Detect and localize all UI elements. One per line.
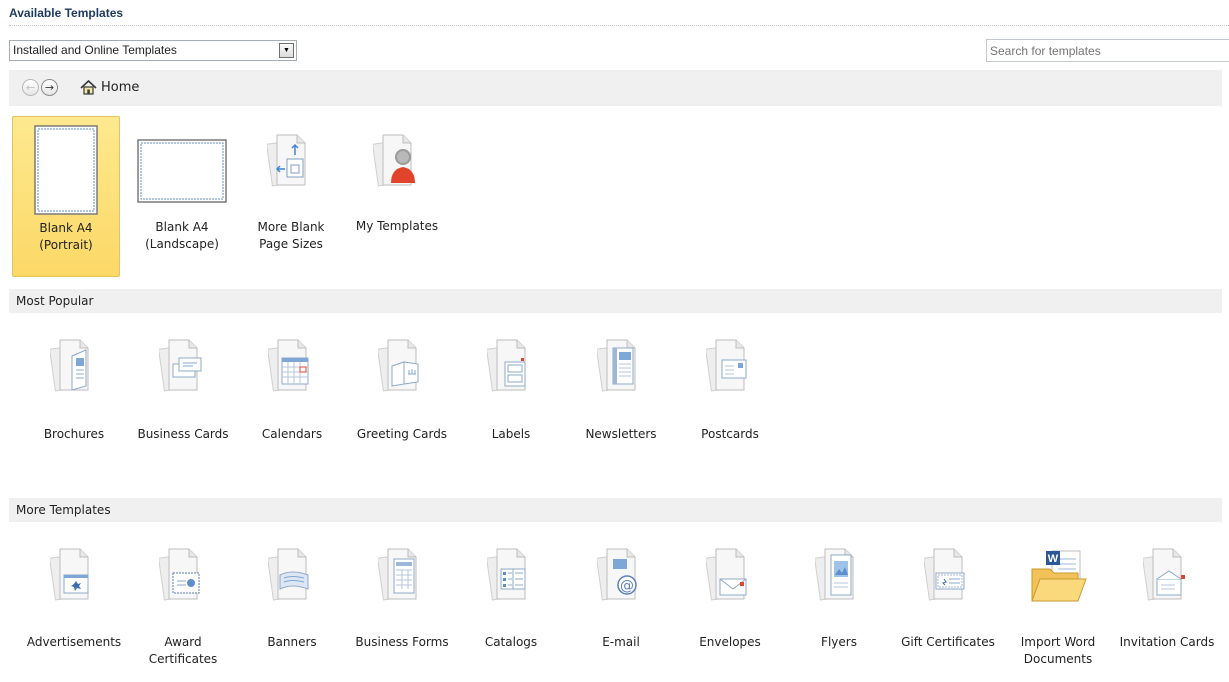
template-source-value: Installed and Online Templates (13, 43, 177, 57)
template-label: Envelopes (699, 635, 761, 649)
template-label: Blank A4 (Landscape) (145, 220, 219, 251)
template-label: Catalogs (484, 635, 538, 649)
template-label: Import Word Documents (1020, 635, 1096, 666)
business-card-icon (159, 336, 207, 396)
svg-text:@: @ (620, 578, 634, 594)
template-tile-gift-certificate[interactable]: Gift Certificates (893, 545, 1003, 675)
navigation-bar: ← → Home (9, 70, 1222, 106)
blank-portrait-icon (33, 124, 99, 216)
template-tile-envelope[interactable]: Envelopes (675, 545, 785, 675)
template-tile-greeting-card[interactable]: Greeting Cards (347, 336, 457, 456)
template-label: Newsletters (585, 427, 657, 441)
template-label: Gift Certificates (901, 635, 995, 649)
template-label: Calendars (261, 427, 323, 441)
template-label: My Templates (355, 219, 439, 233)
section-header-most-popular: Most Popular (9, 289, 1222, 313)
template-tile-my-templates[interactable]: My Templates (343, 116, 451, 277)
back-button[interactable]: ← (22, 79, 39, 96)
template-tile-email[interactable]: @ E-mail (566, 545, 676, 675)
template-label: Greeting Cards (356, 427, 448, 441)
template-tile-blank-portrait[interactable]: Blank A4 (Portrait) (12, 116, 120, 277)
template-source-dropdown[interactable]: Installed and Online Templates ▼ (9, 40, 297, 61)
template-tile-business-form[interactable]: Business Forms (347, 545, 457, 675)
word-folder-icon: W (1028, 545, 1088, 605)
dropdown-arrow-icon[interactable]: ▼ (279, 43, 294, 58)
newsletter-icon (597, 336, 645, 396)
page-sizes-icon (267, 131, 315, 191)
my-templates-icon (373, 131, 421, 191)
calendar-icon (268, 336, 316, 396)
template-label: More Blank Page Sizes (257, 220, 325, 251)
template-label: Invitation Cards (1119, 635, 1215, 649)
home-icon[interactable] (80, 79, 97, 96)
template-tile-business-card[interactable]: Business Cards (128, 336, 238, 456)
email-icon: @ (597, 545, 645, 605)
template-label: Blank A4 (Portrait) (39, 221, 93, 252)
template-tile-blank-landscape[interactable]: Blank A4 (Landscape) (128, 116, 236, 277)
section-header-more-templates: More Templates (9, 498, 1222, 522)
page-title: Available Templates (9, 6, 124, 20)
invitation-card-icon (1143, 545, 1191, 605)
postcard-icon (706, 336, 754, 396)
template-label: Business Forms (355, 635, 449, 649)
template-label: Banners (267, 635, 317, 649)
forward-button[interactable]: → (41, 79, 58, 96)
template-label: Business Cards (137, 427, 229, 441)
template-tile-invitation-card[interactable]: Invitation Cards (1112, 545, 1222, 675)
template-label: Advertisements (26, 635, 122, 649)
blank-landscape-icon (136, 138, 228, 204)
home-link[interactable]: Home (101, 80, 139, 95)
template-tile-page-sizes[interactable]: More Blank Page Sizes (237, 116, 345, 277)
svg-text:W: W (1048, 553, 1059, 565)
envelope-icon (706, 545, 754, 605)
labels-icon (487, 336, 535, 396)
template-tile-banner[interactable]: Banners (237, 545, 347, 675)
template-tile-award-certificate[interactable]: Award Certificates (128, 545, 238, 675)
template-tile-calendar[interactable]: Calendars (237, 336, 347, 456)
template-tile-word-folder[interactable]: W Import Word Documents (1003, 545, 1113, 675)
template-tile-advertisement[interactable]: Advertisements (19, 545, 129, 675)
greeting-card-icon (378, 336, 426, 396)
award-certificate-icon (159, 545, 207, 605)
template-tile-labels[interactable]: Labels (456, 336, 566, 456)
brochure-icon (50, 336, 98, 396)
template-tile-catalog[interactable]: Catalogs (456, 545, 566, 675)
banner-icon (268, 545, 316, 605)
template-label: Flyers (821, 635, 857, 649)
template-label: Award Certificates (148, 635, 218, 666)
template-label: Brochures (43, 427, 105, 441)
search-input[interactable] (986, 39, 1229, 62)
template-label: E-mail (602, 635, 640, 649)
template-label: Postcards (701, 427, 759, 441)
catalog-icon (487, 545, 535, 605)
template-tile-flyer[interactable]: Flyers (784, 545, 894, 675)
business-form-icon (378, 545, 426, 605)
flyer-icon (815, 545, 863, 605)
template-tile-newsletter[interactable]: Newsletters (566, 336, 676, 456)
template-tile-brochure[interactable]: Brochures (19, 336, 129, 456)
template-tile-postcard[interactable]: Postcards (675, 336, 785, 456)
title-divider (9, 25, 1229, 26)
template-label: Labels (491, 427, 531, 441)
advertisement-icon (50, 545, 98, 605)
gift-certificate-icon (924, 545, 972, 605)
